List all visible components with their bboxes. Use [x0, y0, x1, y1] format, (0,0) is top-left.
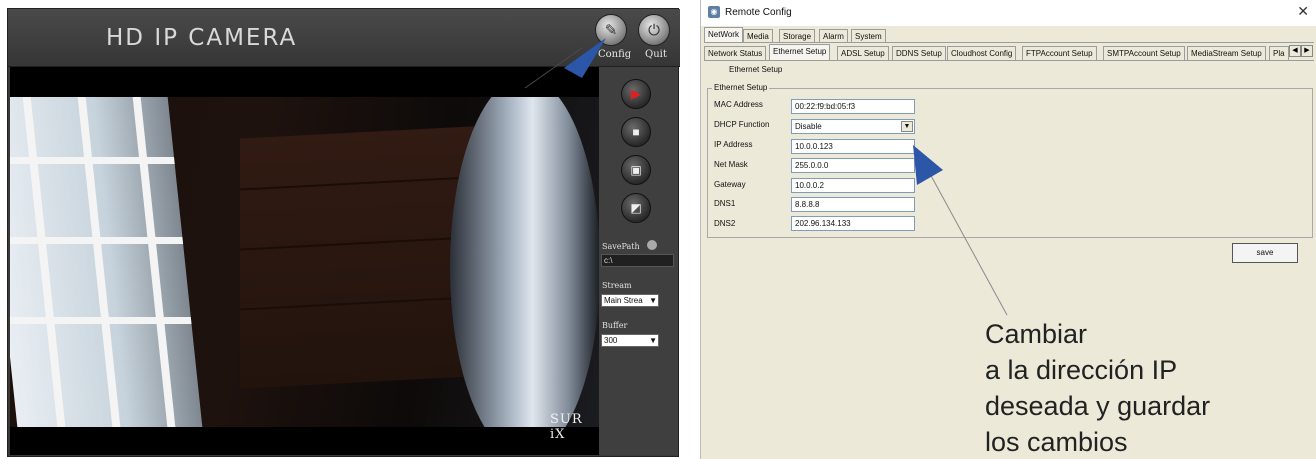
- quit-button[interactable]: ⏻: [638, 14, 670, 46]
- tab-ethernet-setup[interactable]: Ethernet Setup: [769, 44, 831, 60]
- tab-system[interactable]: System: [851, 29, 886, 43]
- quit-label: Quit: [645, 49, 667, 60]
- app-icon: ◉: [708, 6, 720, 18]
- screenshot-root: HD IP CAMERA ✎ Config ⏻ Quit SUR iX ▶ ■ …: [0, 0, 1316, 459]
- dhcp-function-value: Disable: [795, 122, 822, 131]
- snapshot-icon: ▣: [630, 163, 642, 177]
- instruction-note: Cambiar a la dirección IP deseada y guar…: [985, 319, 1211, 457]
- dhcp-function-select[interactable]: Disable ▼: [791, 119, 915, 134]
- clip-icon: ◩: [630, 201, 642, 215]
- gateway-label: Gateway: [714, 180, 746, 189]
- tab-row1-divider: [704, 42, 1314, 43]
- snapshot-button[interactable]: ▣: [621, 155, 651, 185]
- chevron-down-icon: ▼: [649, 296, 657, 305]
- stream-select[interactable]: Main Strea ▼: [601, 294, 659, 307]
- scroll-left-icon[interactable]: ◀: [1289, 45, 1301, 57]
- window-scene: [10, 97, 203, 427]
- tab-scroll-buttons: ◀ ▶: [1289, 45, 1313, 57]
- browse-path-icon[interactable]: [647, 240, 657, 250]
- save-button[interactable]: save: [1232, 243, 1298, 263]
- config-pointer-arrow: [524, 38, 606, 89]
- dns1-field[interactable]: 8.8.8.8: [791, 197, 915, 212]
- tab-alarm[interactable]: Alarm: [819, 29, 848, 43]
- dialog-title: Remote Config: [725, 7, 792, 18]
- tab-media[interactable]: Media: [743, 29, 773, 43]
- dns1-label: DNS1: [714, 199, 736, 208]
- clip-button[interactable]: ◩: [621, 193, 651, 223]
- video-frame: [10, 97, 599, 427]
- buffer-select[interactable]: 300 ▼: [601, 334, 659, 347]
- stop-button[interactable]: ■: [621, 117, 651, 147]
- camera-app-title: HD IP CAMERA: [106, 25, 298, 51]
- close-icon[interactable]: ✕: [1297, 3, 1309, 20]
- tab-storage[interactable]: Storage: [779, 29, 816, 43]
- save-path-label: SavePath: [602, 242, 640, 251]
- tab-adsl-setup[interactable]: ADSL Setup: [837, 46, 889, 60]
- stream-select-value: Main Strea: [604, 296, 643, 305]
- camera-brand-overlay: SUR iX: [550, 412, 583, 442]
- sub-tab-ethernet-setup[interactable]: Ethernet Setup: [729, 65, 782, 74]
- tab-smtpaccount-setup[interactable]: SMTPAccount Setup: [1103, 46, 1185, 60]
- net-mask-field[interactable]: 255.0.0.0: [791, 158, 915, 173]
- stream-label: Stream: [602, 281, 632, 290]
- ip-address-label: IP Address: [714, 140, 753, 149]
- camera-control-panel: ▶ ■ ▣ ◩ SavePath c:\ Stream Main Strea ▼…: [599, 67, 678, 455]
- mac-address-label: MAC Address: [714, 100, 763, 109]
- record-icon: ▶: [631, 86, 641, 101]
- pipe-scene: [450, 97, 599, 427]
- dhcp-function-label: DHCP Function: [714, 120, 770, 129]
- tab-network[interactable]: NetWork: [704, 27, 743, 43]
- buffer-label: Buffer: [602, 321, 628, 330]
- dns2-label: DNS2: [714, 219, 736, 228]
- tab-ddns-setup[interactable]: DDNS Setup: [892, 46, 946, 60]
- net-mask-label: Net Mask: [714, 160, 748, 169]
- buffer-select-value: 300: [604, 336, 618, 345]
- chevron-down-icon: ▼: [649, 336, 657, 345]
- tab-cloudhost-config[interactable]: Cloudhost Config: [947, 46, 1017, 60]
- scroll-right-icon[interactable]: ▶: [1301, 45, 1313, 57]
- mac-address-field[interactable]: 00:22:f9:bd:05:f3: [791, 99, 915, 114]
- dns2-field[interactable]: 202.96.134.133: [791, 216, 915, 231]
- tab-network-status[interactable]: Network Status: [704, 46, 767, 60]
- power-icon: ⏻: [648, 21, 660, 39]
- chevron-down-icon: ▼: [901, 121, 913, 132]
- tab-pla[interactable]: Pla: [1269, 46, 1289, 60]
- tab-ftpaccount-setup[interactable]: FTPAccount Setup: [1022, 46, 1097, 60]
- gateway-field[interactable]: 10.0.0.2: [791, 178, 915, 193]
- stop-icon: ■: [632, 125, 640, 139]
- video-view[interactable]: SUR iX: [10, 67, 599, 455]
- tab-mediastream-setup[interactable]: MediaStream Setup: [1187, 46, 1266, 60]
- dialog-titlebar: ◉ Remote Config ✕: [701, 0, 1316, 26]
- record-button[interactable]: ▶: [621, 79, 651, 109]
- save-path-field[interactable]: c:\: [601, 254, 674, 267]
- tab-row2-divider: [704, 60, 1314, 61]
- ip-address-field[interactable]: 10.0.0.123: [791, 139, 915, 154]
- ip-pointer-arrow: [913, 145, 1008, 316]
- group-title: Ethernet Setup: [712, 83, 770, 92]
